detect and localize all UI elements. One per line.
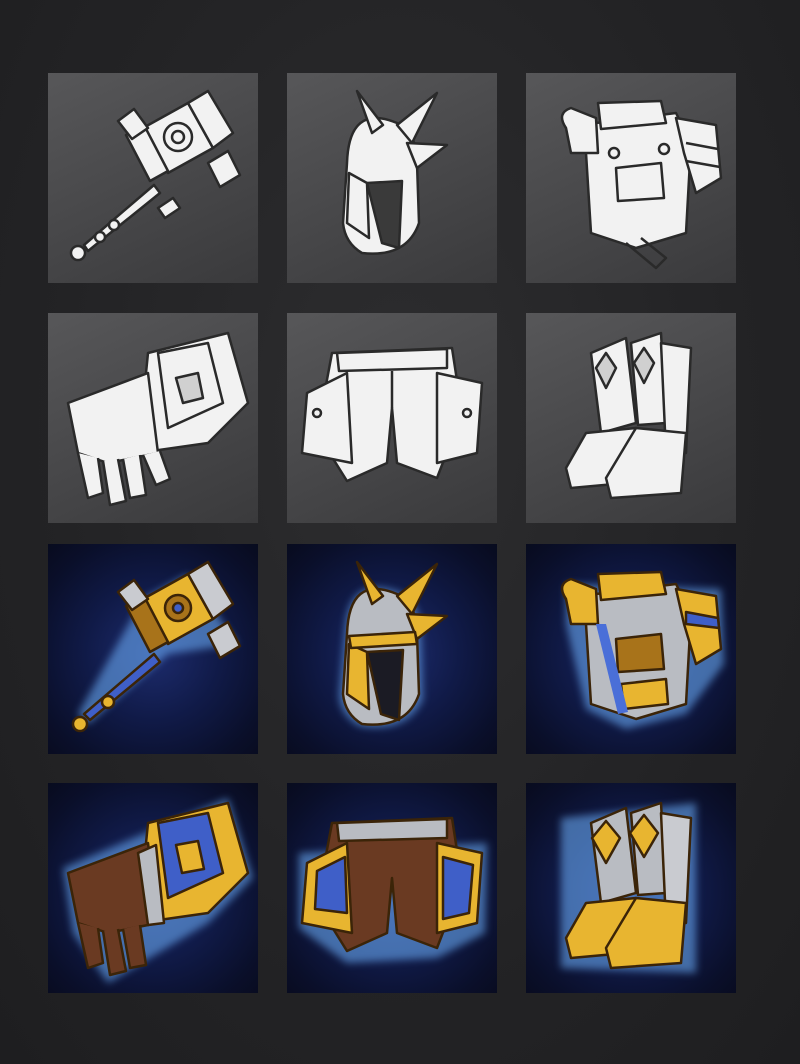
- boots-painted-tile[interactable]: [526, 783, 736, 993]
- gauntlet-icon: [63, 798, 253, 983]
- hammer-painted-tile[interactable]: [48, 544, 258, 754]
- chest-armor-sketch-tile[interactable]: [526, 73, 736, 283]
- helmet-icon: [339, 560, 449, 728]
- gauntlet-sketch-icon: [66, 331, 250, 507]
- hammer-sketch-tile[interactable]: [48, 73, 258, 283]
- helmet-sketch-tile[interactable]: [287, 73, 497, 283]
- helmet-painted-tile[interactable]: [287, 544, 497, 754]
- chest-armor-icon: [560, 570, 724, 729]
- leg-armor-sketch-icon: [300, 346, 484, 483]
- gauntlet-painted-tile[interactable]: [48, 783, 258, 993]
- boots-sketch-icon: [564, 331, 693, 500]
- hammer-icon: [71, 560, 242, 733]
- boots-sketch-tile[interactable]: [526, 313, 736, 523]
- icon-sheet: [0, 0, 800, 1064]
- gauntlet-sketch-tile[interactable]: [48, 313, 258, 523]
- helmet-sketch-icon: [341, 89, 449, 255]
- leg-armor-painted-tile[interactable]: [287, 783, 497, 993]
- boots-icon: [561, 801, 696, 973]
- leg-armor-icon: [299, 816, 487, 963]
- hammer-sketch-icon: [69, 89, 242, 262]
- leg-armor-sketch-tile[interactable]: [287, 313, 497, 523]
- chest-armor-sketch-icon: [560, 99, 723, 270]
- chest-armor-painted-tile[interactable]: [526, 544, 736, 754]
